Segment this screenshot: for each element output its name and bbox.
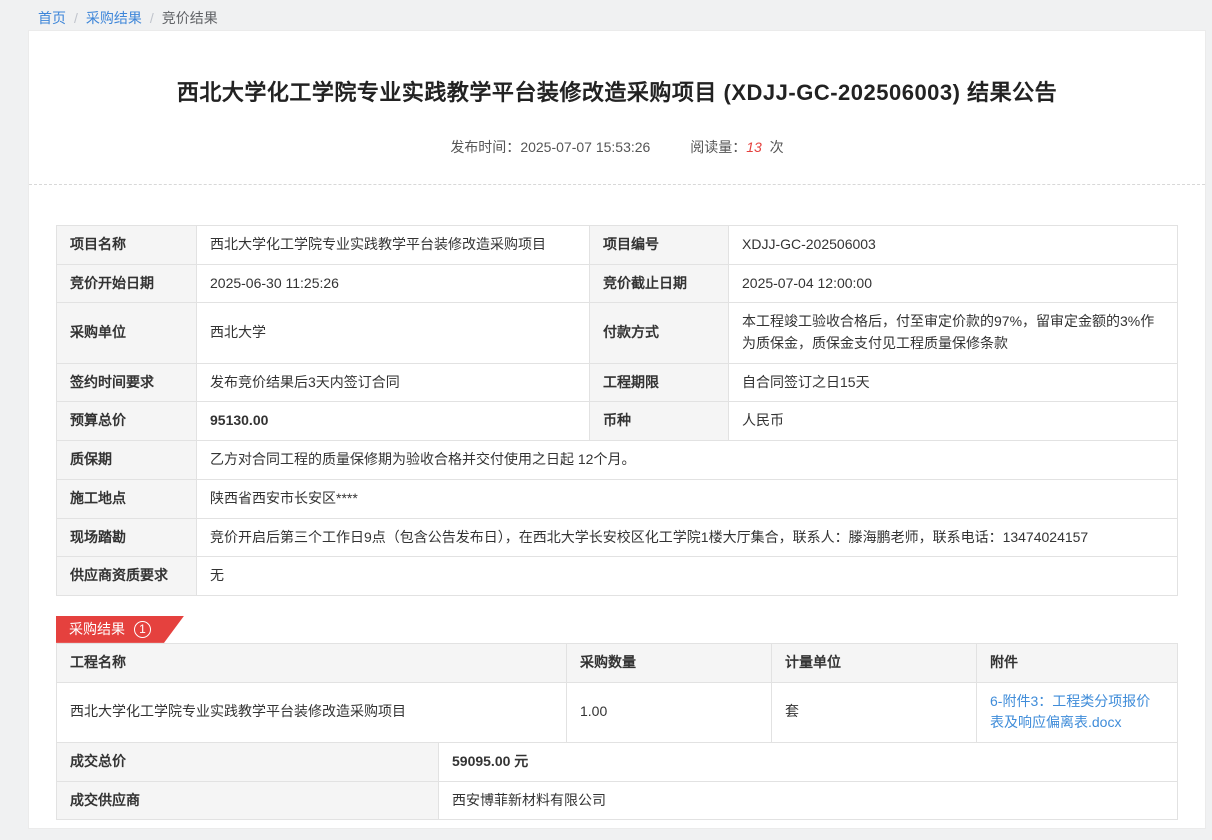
announcement-meta: 发布时间：2025-07-07 15:53:26 阅读量：13 次: [29, 137, 1205, 157]
table-row: 西北大学化工学院专业实践教学平台装修改造采购项目 1.00 套 6-附件3：工程…: [57, 682, 1178, 742]
info-label: 竞价开始日期: [57, 264, 197, 303]
announcement-card: 西北大学化工学院专业实践教学平台装修改造采购项目 (XDJJ-GC-202506…: [28, 30, 1206, 829]
read-count-label: 阅读量：: [690, 139, 746, 155]
info-value: 无: [197, 557, 1178, 596]
info-label: 现场踏勘: [57, 518, 197, 557]
info-label: 项目名称: [57, 226, 197, 265]
table-row: 施工地点 陕西省西安市长安区****: [57, 479, 1178, 518]
info-label: 竞价截止日期: [590, 264, 729, 303]
column-header-unit: 计量单位: [772, 643, 977, 682]
purchase-result-tab: 采购结果 1: [56, 616, 184, 643]
supplier-value: 西安博菲新材料有限公司: [439, 781, 1178, 820]
info-label: 采购单位: [57, 303, 197, 363]
table-row: 质保期 乙方对合同工程的质量保修期为验收合格并交付使用之日起 12个月。: [57, 441, 1178, 480]
table-row: 成交总价 59095.00 元: [57, 742, 1178, 781]
info-value: 本工程竣工验收合格后，付至审定价款的97%，留审定金额的3%作为质保金，质保金支…: [729, 303, 1178, 363]
table-row: 供应商资质要求 无: [57, 557, 1178, 596]
table-row: 采购单位 西北大学 付款方式 本工程竣工验收合格后，付至审定价款的97%，留审定…: [57, 303, 1178, 363]
info-label: 施工地点: [57, 479, 197, 518]
breadcrumb: 首页 / 采购结果 / 竞价结果: [38, 8, 218, 28]
breadcrumb-separator: /: [74, 10, 78, 26]
column-header-project-name: 工程名称: [57, 643, 567, 682]
publish-time-value: 2025-07-07 15:53:26: [520, 139, 650, 155]
info-value: 西北大学化工学院专业实践教学平台装修改造采购项目: [197, 226, 590, 265]
info-value: 自合同签订之日15天: [729, 363, 1178, 402]
info-value: 乙方对合同工程的质量保修期为验收合格并交付使用之日起 12个月。: [197, 441, 1178, 480]
info-value: 2025-07-04 12:00:00: [729, 264, 1178, 303]
info-label: 质保期: [57, 441, 197, 480]
table-row: 签约时间要求 发布竞价结果后3天内签订合同 工程期限 自合同签订之日15天: [57, 363, 1178, 402]
table-row: 项目名称 西北大学化工学院专业实践教学平台装修改造采购项目 项目编号 XDJJ-…: [57, 226, 1178, 265]
breadcrumb-home-link[interactable]: 首页: [38, 10, 66, 26]
result-count-badge: 1: [134, 621, 151, 638]
page-title: 西北大学化工学院专业实践教学平台装修改造采购项目 (XDJJ-GC-202506…: [29, 75, 1205, 107]
result-quantity: 1.00: [567, 682, 772, 742]
info-label: 供应商资质要求: [57, 557, 197, 596]
read-count-unit: 次: [770, 139, 784, 155]
project-info-table: 项目名称 西北大学化工学院专业实践教学平台装修改造采购项目 项目编号 XDJJ-…: [56, 225, 1178, 596]
info-value: 人民币: [729, 402, 1178, 441]
read-count-value: 13: [746, 139, 762, 155]
result-unit: 套: [772, 682, 977, 742]
result-project-name: 西北大学化工学院专业实践教学平台装修改造采购项目: [57, 682, 567, 742]
info-value: 竞价开启后第三个工作日9点（包含公告发布日），在西北大学长安校区化工学院1楼大厅…: [197, 518, 1178, 557]
table-row: 成交供应商 西安博菲新材料有限公司: [57, 781, 1178, 820]
attachment-link[interactable]: 6-附件3：工程类分项报价表及响应偏离表.docx: [990, 693, 1150, 731]
deal-price-label: 成交总价: [57, 742, 439, 781]
deal-price-value: 59095.00 元: [439, 742, 1178, 781]
info-label: 付款方式: [590, 303, 729, 363]
info-label: 工程期限: [590, 363, 729, 402]
publish-time-label: 发布时间：: [450, 139, 520, 155]
purchase-result-tab-label: 采购结果: [69, 619, 125, 639]
deal-summary-table: 成交总价 59095.00 元 成交供应商 西安博菲新材料有限公司: [56, 742, 1178, 820]
info-value: 2025-06-30 11:25:26: [197, 264, 590, 303]
info-label: 签约时间要求: [57, 363, 197, 402]
supplier-label: 成交供应商: [57, 781, 439, 820]
info-value: 西北大学: [197, 303, 590, 363]
info-label: 预算总价: [57, 402, 197, 441]
info-value: 发布竞价结果后3天内签订合同: [197, 363, 590, 402]
info-label: 项目编号: [590, 226, 729, 265]
info-value: 陕西省西安市长安区****: [197, 479, 1178, 518]
info-label: 币种: [590, 402, 729, 441]
page: 首页 / 采购结果 / 竞价结果 西北大学化工学院专业实践教学平台装修改造采购项目 (X…: [0, 0, 1212, 840]
read-count: 阅读量：13 次: [690, 139, 783, 155]
table-row: 预算总价 95130.00 币种 人民币: [57, 402, 1178, 441]
table-header-row: 工程名称 采购数量 计量单位 附件: [57, 643, 1178, 682]
purchase-result-table: 工程名称 采购数量 计量单位 附件 西北大学化工学院专业实践教学平台装修改造采购…: [56, 643, 1178, 743]
table-row: 现场踏勘 竞价开启后第三个工作日9点（包含公告发布日），在西北大学长安校区化工学…: [57, 518, 1178, 557]
breadcrumb-purchase-results-link[interactable]: 采购结果: [86, 10, 142, 26]
budget-total-price: 95130.00: [197, 402, 590, 441]
column-header-quantity: 采购数量: [567, 643, 772, 682]
column-header-attachment: 附件: [977, 643, 1178, 682]
content-area: 项目名称 西北大学化工学院专业实践教学平台装修改造采购项目 项目编号 XDJJ-…: [29, 185, 1205, 820]
table-row: 竞价开始日期 2025-06-30 11:25:26 竞价截止日期 2025-0…: [57, 264, 1178, 303]
breadcrumb-current: 竞价结果: [162, 10, 218, 26]
publish-time: 发布时间：2025-07-07 15:53:26: [450, 139, 650, 155]
info-value: XDJJ-GC-202506003: [729, 226, 1178, 265]
breadcrumb-separator: /: [150, 10, 154, 26]
